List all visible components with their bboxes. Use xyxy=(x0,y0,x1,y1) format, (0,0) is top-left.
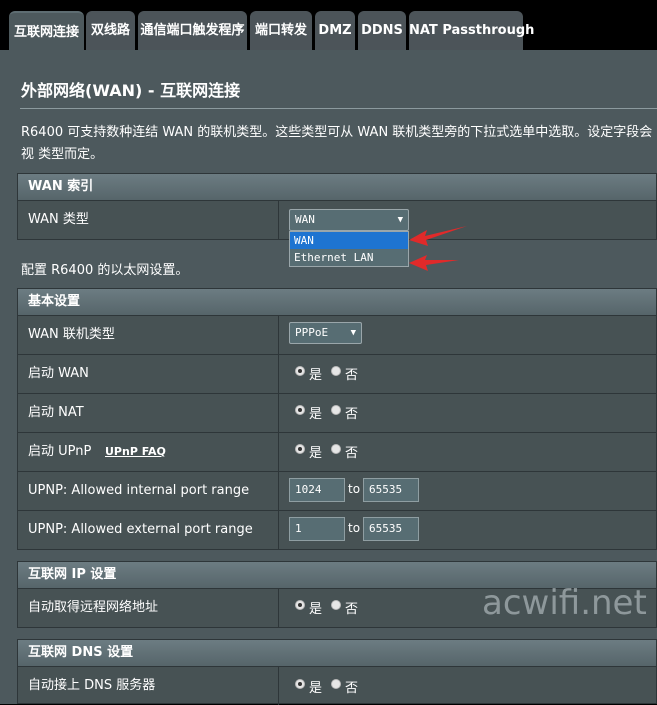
tab-dmz[interactable]: DMZ xyxy=(315,11,355,50)
auto-ip-label: 自动取得远程网络地址 xyxy=(18,589,279,627)
arrow-icon xyxy=(409,255,459,271)
enable-nat-no-radio[interactable] xyxy=(331,405,341,415)
auto-ip-yes-label: 是 xyxy=(309,602,323,617)
auto-ip-no-radio[interactable] xyxy=(331,600,341,610)
enable-wan-yes-label: 是 xyxy=(309,368,323,383)
wan-type-label: WAN 类型 xyxy=(18,201,279,239)
enable-upnp-yes-label: 是 xyxy=(309,446,323,461)
wan-type-select[interactable]: WAN ▼ xyxy=(289,209,409,231)
auto-dns-yes-radio[interactable] xyxy=(295,679,305,689)
enable-wan-no-label: 否 xyxy=(345,368,359,383)
auto-ip-yes-radio[interactable] xyxy=(295,600,305,610)
internal-port-from-input[interactable]: 1024 xyxy=(289,478,345,502)
enable-upnp-no-label: 否 xyxy=(345,446,359,461)
external-port-to-input[interactable]: 65535 xyxy=(363,517,419,541)
tab-dual-wan[interactable]: 双线路 xyxy=(86,11,135,50)
tab-port-trigger[interactable]: 通信端口触发程序 xyxy=(138,11,247,50)
wan-type-dropdown-list: WAN Ethernet LAN xyxy=(289,231,409,267)
external-port-from-input[interactable]: 1 xyxy=(289,517,345,541)
tab-nat-passthrough[interactable]: NAT Passthrough xyxy=(409,11,534,50)
dropdown-option-wan[interactable]: WAN xyxy=(290,232,408,249)
chevron-down-icon: ▼ xyxy=(350,328,356,338)
internal-to-label: to xyxy=(348,482,361,496)
page-title: 外部网络(WAN) - 互联网连接 xyxy=(21,81,241,100)
title-divider xyxy=(20,108,657,109)
wan-type-value: WAN xyxy=(295,213,315,226)
tab-port-forwarding[interactable]: 端口转发 xyxy=(250,11,312,50)
upnp-faq-link[interactable]: UPnP FAQ xyxy=(105,445,166,458)
auto-dns-yes-label: 是 xyxy=(309,681,323,696)
enable-wan-yes-radio[interactable] xyxy=(295,366,305,376)
enable-upnp-yes-radio[interactable] xyxy=(295,444,305,454)
enable-nat-label: 启动 NAT xyxy=(18,394,279,432)
tab-bar: 互联网连接 双线路 通信端口触发程序 端口转发 DMZ DDNS NAT Pas… xyxy=(0,0,657,50)
wan-conn-type-label: WAN 联机类型 xyxy=(18,316,279,354)
dropdown-option-ethernet-lan[interactable]: Ethernet LAN xyxy=(290,249,408,266)
section-basic-settings: 基本设置 xyxy=(17,288,657,316)
lan-note: 配置 R6400 的以太网设置。 xyxy=(21,263,189,278)
internal-port-to-input[interactable]: 65535 xyxy=(363,478,419,502)
auto-ip-no-label: 否 xyxy=(345,602,359,617)
enable-wan-label: 启动 WAN xyxy=(18,355,279,393)
enable-upnp-no-radio[interactable] xyxy=(331,444,341,454)
enable-nat-yes-label: 是 xyxy=(309,407,323,422)
tab-internet-connection[interactable]: 互联网连接 xyxy=(9,11,84,50)
wan-conn-type-value: PPPoE xyxy=(295,326,329,339)
enable-wan-no-radio[interactable] xyxy=(331,366,341,376)
arrow-icon xyxy=(409,226,467,246)
auto-dns-label: 自动接上 DNS 服务器 xyxy=(18,667,279,705)
upnp-internal-range-label: UPNP: Allowed internal port range xyxy=(18,472,279,510)
auto-dns-no-label: 否 xyxy=(345,681,359,696)
auto-dns-no-radio[interactable] xyxy=(331,679,341,689)
annotation-arrows xyxy=(409,226,467,271)
enable-nat-no-label: 否 xyxy=(345,407,359,422)
chevron-down-icon: ▼ xyxy=(397,215,403,225)
tab-ddns[interactable]: DDNS xyxy=(358,11,406,50)
page-description: R6400 可支持数种连结 WAN 的联机类型。这些类型可从 WAN 联机类型旁… xyxy=(21,125,653,162)
watermark: acwifi.net xyxy=(482,583,647,623)
section-wan-index: WAN 索引 xyxy=(17,173,657,201)
wan-conn-type-select[interactable]: PPPoE ▼ xyxy=(289,322,362,344)
external-to-label: to xyxy=(348,521,361,535)
upnp-external-range-label: UPNP: Allowed external port range xyxy=(18,511,279,549)
enable-nat-yes-radio[interactable] xyxy=(295,405,305,415)
section-internet-dns: 互联网 DNS 设置 xyxy=(17,639,657,667)
